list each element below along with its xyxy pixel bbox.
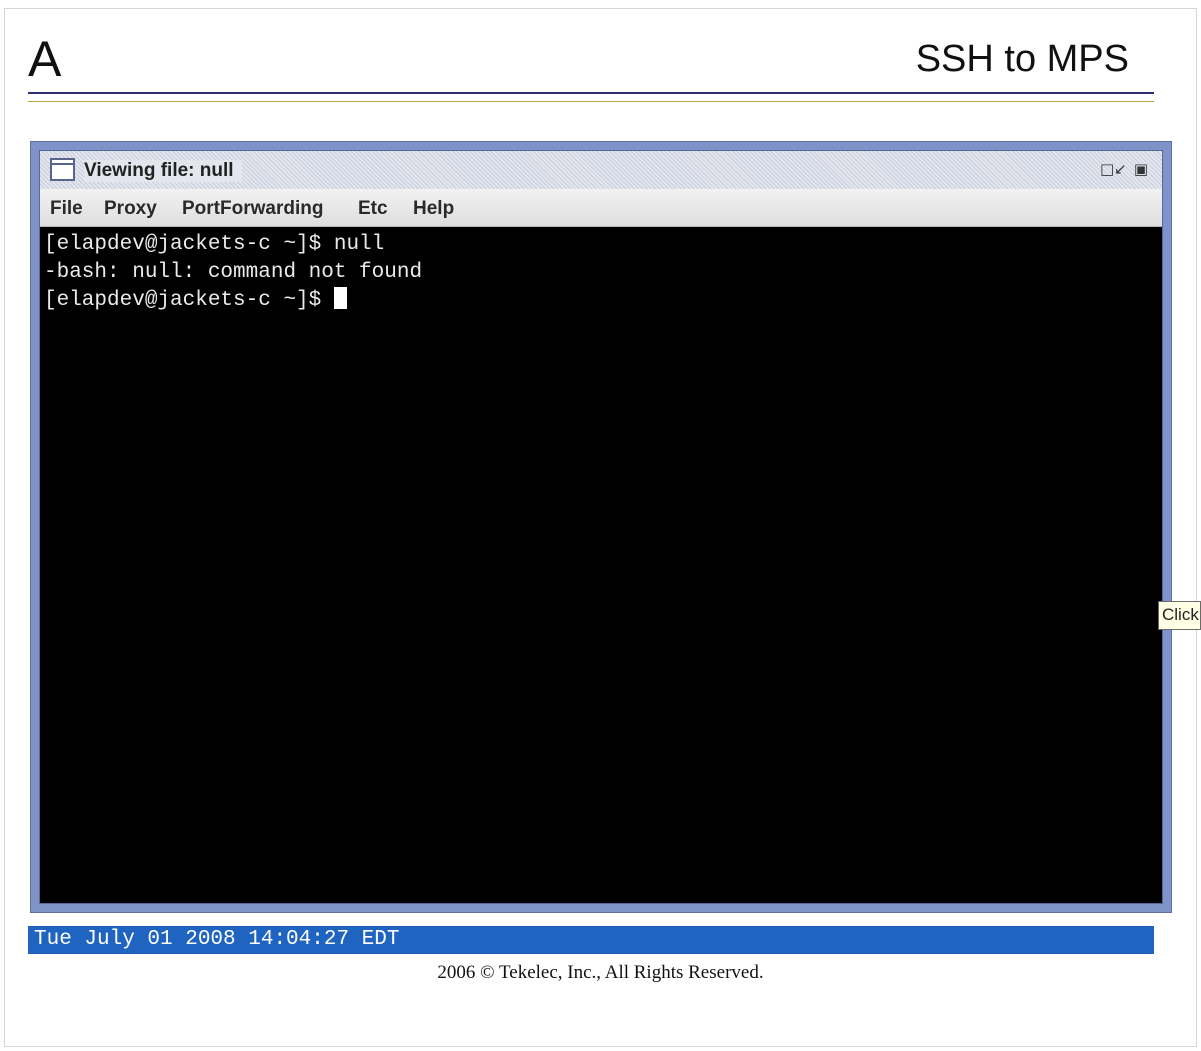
menu-portforwarding[interactable]: PortForwarding xyxy=(182,198,323,220)
status-bar: Tue July 01 2008 14:04:27 EDT xyxy=(28,926,1154,954)
terminal-cursor xyxy=(333,287,347,309)
terminal-line: [elapdev@jackets-c ~]$ null xyxy=(44,233,385,256)
maximize-icon[interactable]: ▣ xyxy=(1130,159,1152,179)
tooltip: Click xyxy=(1158,601,1201,630)
status-datetime: Tue July 01 2008 14:04:27 EDT xyxy=(34,928,400,951)
copyright-notice: 2006 © Tekelec, Inc., All Rights Reserve… xyxy=(437,962,764,983)
terminal-prompt: [elapdev@jackets-c ~]$ xyxy=(44,289,334,312)
minimize-icon[interactable]: □↙ xyxy=(1100,159,1127,179)
menu-etc[interactable]: Etc xyxy=(358,198,388,220)
window-title: Viewing file: null xyxy=(84,160,242,182)
ssh-frame-content: Viewing file: null □↙ ▣ File Proxy PortF… xyxy=(39,150,1163,904)
menu-help[interactable]: Help xyxy=(413,198,454,220)
terminal-line: -bash: null: command not found xyxy=(44,261,423,284)
terminal-prompt-line: [elapdev@jackets-c ~]$ xyxy=(44,287,1162,315)
menu-proxy[interactable]: Proxy xyxy=(104,198,157,220)
terminal-screen[interactable]: [elapdev@jackets-c ~]$ null -bash: null:… xyxy=(40,227,1162,903)
menu-bar: File Proxy PortForwarding Etc Help xyxy=(40,189,1162,227)
logo: A xyxy=(28,31,62,87)
window-icon xyxy=(50,158,75,181)
window-titlebar[interactable]: Viewing file: null □↙ ▣ xyxy=(40,151,1162,189)
ssh-internal-frame: Viewing file: null □↙ ▣ File Proxy PortF… xyxy=(30,141,1172,913)
header-divider xyxy=(28,92,1154,102)
page-title: SSH to MPS xyxy=(915,38,1129,80)
menu-file[interactable]: File xyxy=(50,198,83,220)
